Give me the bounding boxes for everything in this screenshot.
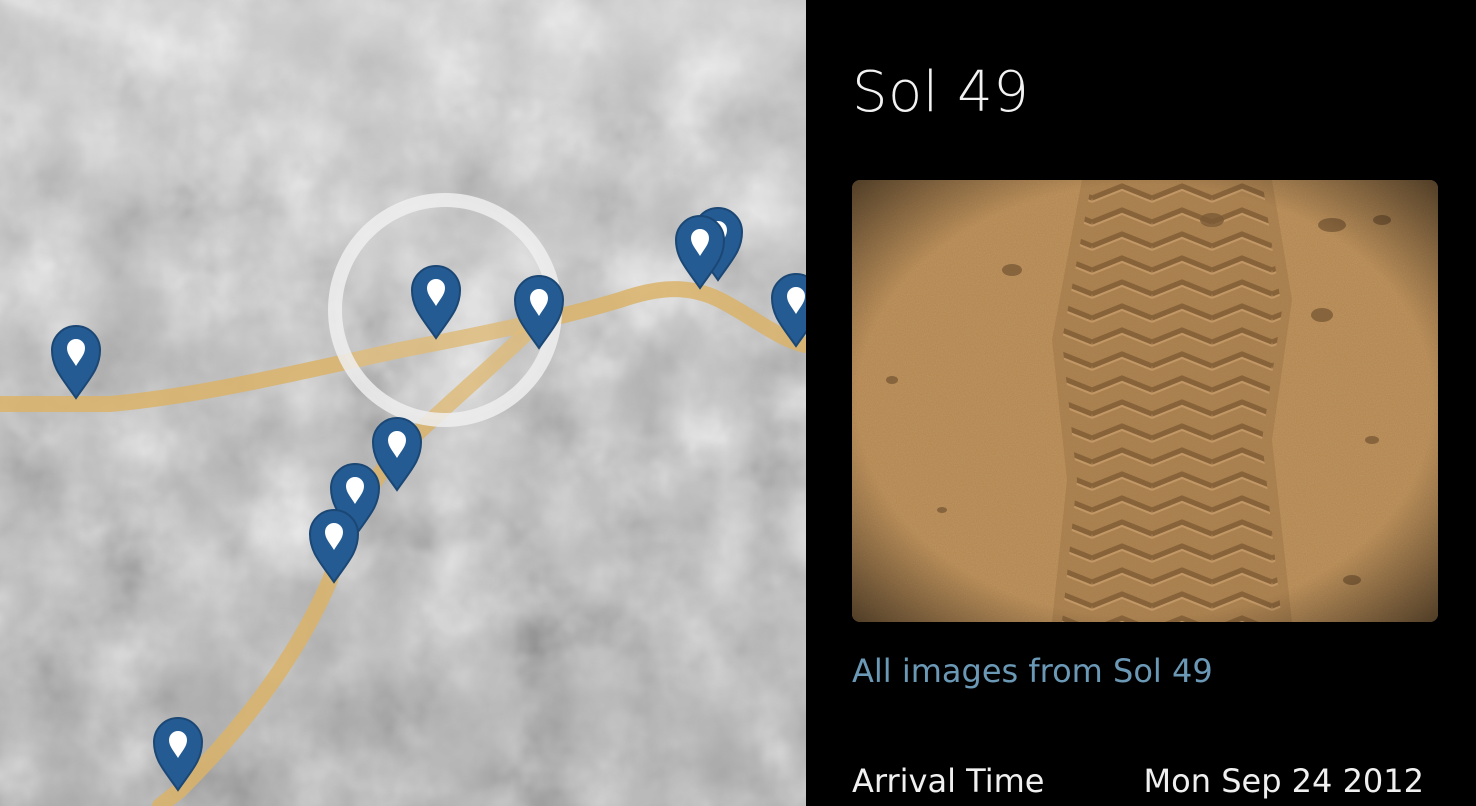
- sol-detail-panel: Sol 49 All images from Sol 49 Arrival Ti…: [806, 0, 1476, 806]
- rover-track-photo-image: [852, 180, 1438, 622]
- rover-track-photo[interactable]: [852, 180, 1438, 622]
- arrival-time-label: Arrival Time: [852, 762, 1045, 800]
- all-images-link[interactable]: All images from Sol 49: [852, 652, 1213, 690]
- traverse-map[interactable]: [0, 0, 806, 806]
- map-canvas: [0, 0, 806, 806]
- sol-title: Sol 49: [852, 60, 1030, 125]
- arrival-time-value: Mon Sep 24 2012: [1143, 762, 1424, 800]
